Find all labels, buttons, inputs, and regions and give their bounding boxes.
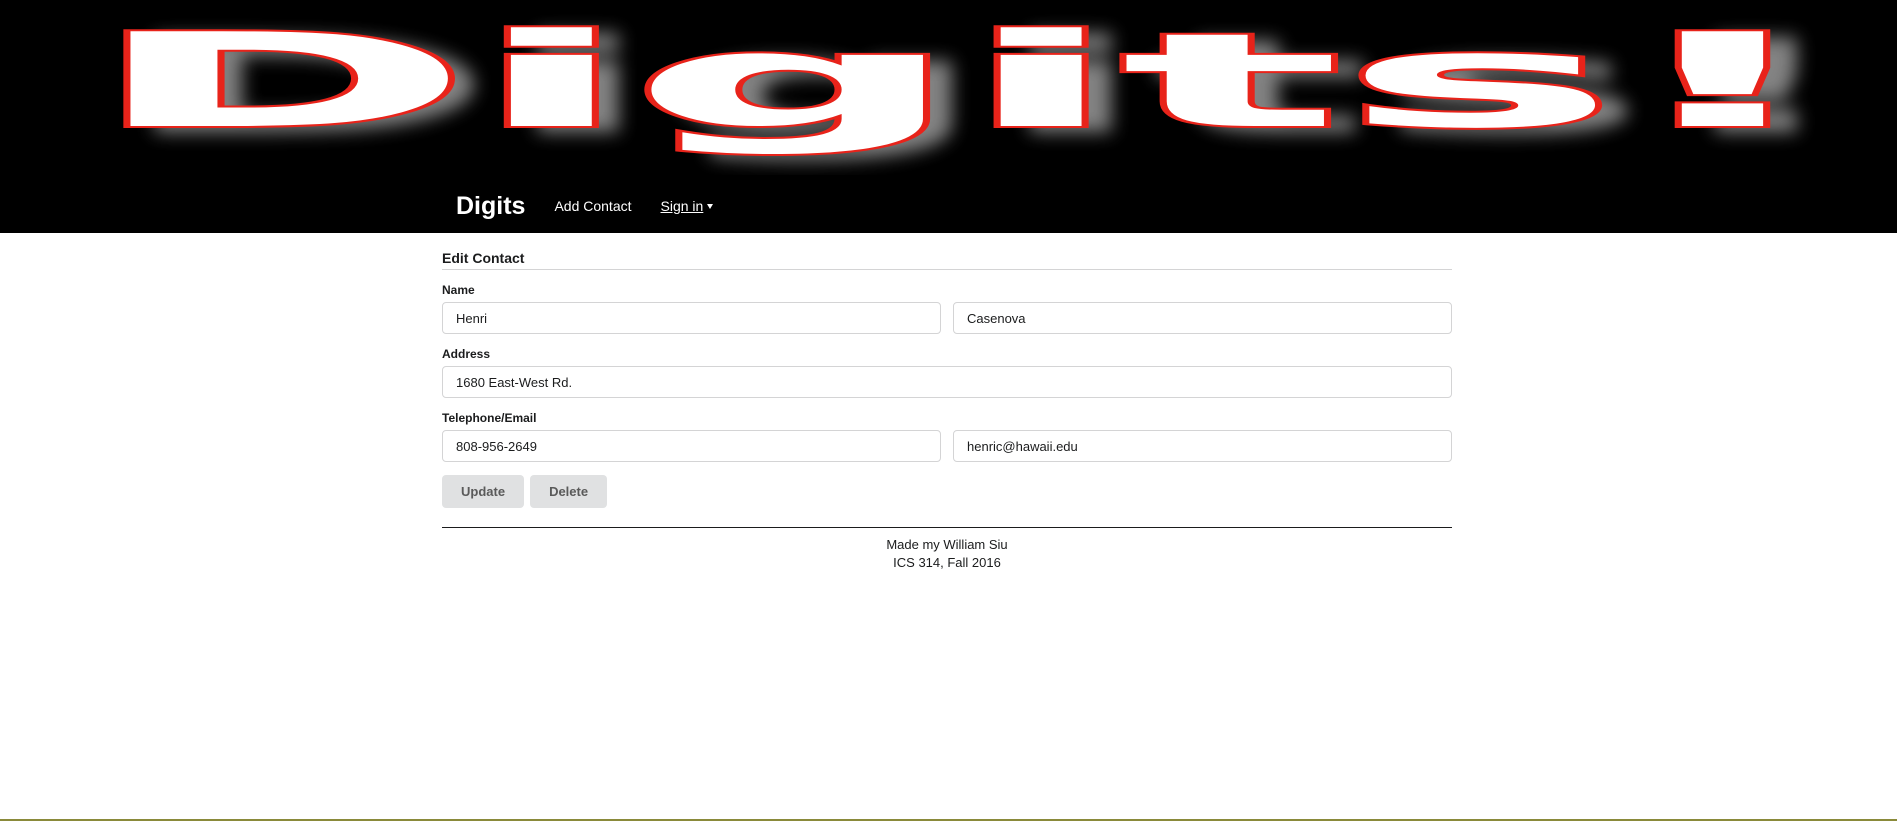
email-input[interactable] (953, 430, 1452, 462)
banner-logo: Digits! Digits! (86, 3, 1862, 163)
main-content: Edit Contact Name Address Telephone/Emai… (442, 233, 1452, 572)
footer: Made my William Siu ICS 314, Fall 2016 (442, 536, 1452, 572)
footer-course: ICS 314, Fall 2016 (893, 555, 1001, 570)
first-name-input[interactable] (442, 302, 941, 334)
update-button[interactable]: Update (442, 475, 525, 508)
sign-in-label: Sign in (660, 198, 704, 214)
add-contact-link[interactable]: Add Contact (554, 198, 631, 214)
form-buttons: Update Delete (442, 475, 1452, 508)
contact-row (442, 430, 1452, 462)
site-header: Digits! Digits! Digits Add Contact Sign … (0, 0, 1897, 233)
address-label: Address (442, 347, 491, 361)
contact-label: Telephone/Email (442, 411, 537, 425)
sign-in-dropdown[interactable]: Sign in (661, 198, 714, 214)
name-label: Name (442, 283, 475, 297)
last-name-input[interactable] (953, 302, 1452, 334)
top-menu: Digits Add Contact Sign in (456, 186, 714, 226)
name-row (442, 302, 1452, 334)
form-title: Edit Contact (442, 250, 1452, 270)
footer-credit: Made my William Siu (886, 537, 1008, 552)
brand-link[interactable]: Digits (456, 192, 525, 221)
address-input[interactable] (442, 366, 1452, 398)
delete-button[interactable]: Delete (530, 475, 608, 508)
caret-down-icon (707, 203, 714, 209)
address-row (442, 366, 1452, 398)
banner-text: Digits! (88, 5, 1828, 157)
footer-divider (442, 527, 1452, 528)
telephone-input[interactable] (442, 430, 941, 462)
